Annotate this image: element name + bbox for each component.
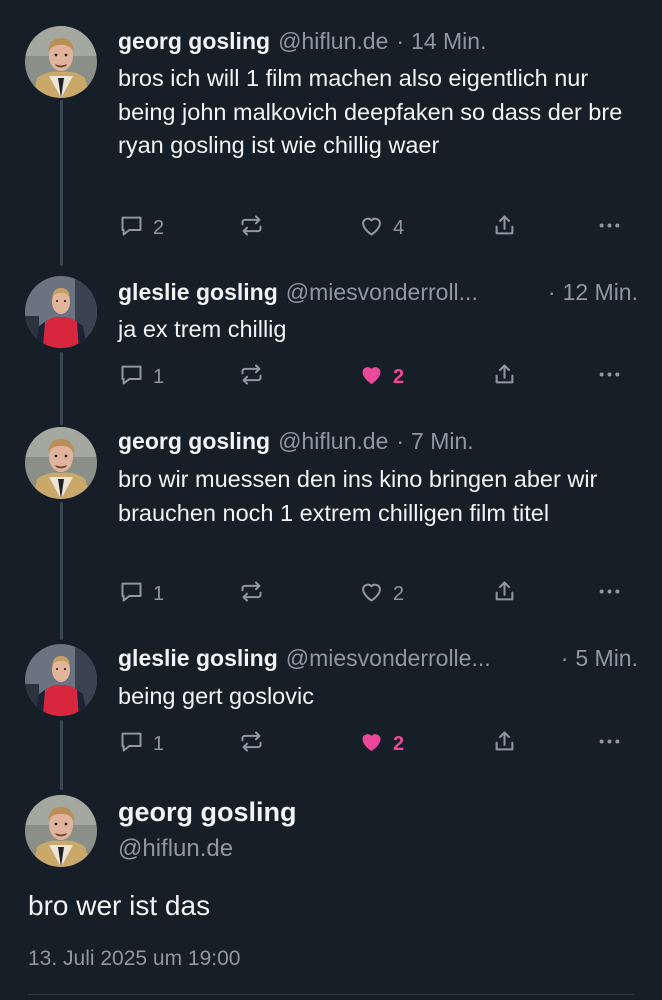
thread-line [60,720,63,790]
more-button[interactable] [596,727,623,761]
separator-dot: · [547,279,556,305]
main-post-text: bro wer ist das [28,890,211,921]
avatar[interactable] [25,276,97,348]
separator-dot: · [396,28,405,54]
post-actions: 2 4 [118,211,638,245]
repost-icon [238,578,265,611]
post-actions: 1 2 [118,727,638,761]
repost-button[interactable] [238,360,273,394]
more-icon [596,728,623,761]
author-name[interactable]: gleslie gosling [118,645,278,672]
more-button[interactable] [596,360,623,394]
author-handle[interactable]: @hiflun.de [278,28,388,55]
like-button[interactable]: 2 [358,727,404,761]
post-timestamp: 13. Juli 2025 um 19:00 [28,947,241,970]
post-header: gleslie gosling @miesvonderrolle... · 5 … [118,645,638,675]
more-button[interactable] [596,577,623,611]
separator-dot: · [560,645,569,671]
more-icon [596,212,623,245]
post-header: georg gosling @hiflun.de · 7 Min. [118,428,638,458]
heart-filled-icon [358,728,385,761]
thread-line [60,352,63,425]
reply-icon [118,361,145,394]
reply-icon [118,578,145,611]
reply-count: 1 [153,582,165,605]
reply-count: 1 [153,365,165,388]
share-icon [491,578,518,611]
repost-icon [238,361,265,394]
post-time[interactable]: 14 Min. [411,28,486,55]
like-button[interactable]: 2 [358,360,404,394]
share-button[interactable] [491,211,518,245]
like-count: 2 [393,732,405,755]
repost-icon [238,212,265,245]
author-name[interactable]: georg gosling [118,428,270,455]
share-icon [491,361,518,394]
reply-button[interactable]: 2 [118,211,164,245]
post-actions: 1 2 [118,577,638,611]
post-text: bro wir muessen den ins kino bringen abe… [118,466,598,526]
like-count: 2 [393,582,405,605]
reply-button[interactable]: 1 [118,577,164,611]
post-time[interactable]: 5 Min. [575,645,638,672]
reply-button[interactable]: 1 [118,727,164,761]
heart-outline-icon [358,578,385,611]
author-handle[interactable]: @miesvonderrolle... [286,645,491,672]
more-button[interactable] [596,211,623,245]
repost-button[interactable] [238,211,273,245]
like-count: 4 [393,216,405,239]
share-icon [491,212,518,245]
reply-icon [118,212,145,245]
reply-count: 2 [153,216,165,239]
author-name[interactable]: georg gosling [118,28,270,55]
like-button[interactable]: 4 [358,211,404,245]
more-icon [596,361,623,394]
post-header: georg gosling @hiflun.de · 14 Min. [118,28,638,58]
like-button[interactable]: 2 [358,577,404,611]
post-text: being gert goslovic [118,683,314,709]
reply-icon [118,728,145,761]
avatar[interactable] [25,26,97,98]
share-icon [491,728,518,761]
post-actions: 1 2 [118,360,638,394]
like-count: 2 [393,365,405,388]
post-text: bros ich will 1 film machen also eigentl… [118,65,623,158]
post-time[interactable]: 7 Min. [411,428,474,455]
post-time[interactable]: 12 Min. [563,279,638,306]
post-text: ja ex trem chillig [118,316,287,342]
reply-count: 1 [153,732,165,755]
author-name[interactable]: georg gosling [118,797,297,828]
author-handle[interactable]: @hiflun.de [278,428,388,455]
avatar[interactable] [25,795,97,867]
share-button[interactable] [491,360,518,394]
author-name[interactable]: gleslie gosling [118,279,278,306]
share-button[interactable] [491,577,518,611]
reply-button[interactable]: 1 [118,360,164,394]
heart-filled-icon [358,361,385,394]
repost-icon [238,728,265,761]
divider [28,994,634,995]
avatar[interactable] [25,644,97,716]
thread-line [60,502,63,640]
separator-dot: · [396,428,405,454]
share-button[interactable] [491,727,518,761]
more-icon [596,578,623,611]
avatar[interactable] [25,427,97,499]
repost-button[interactable] [238,577,273,611]
author-handle[interactable]: @hiflun.de [118,835,233,863]
post-header: gleslie gosling @miesvonderroll... · 12 … [118,279,638,309]
thread-line [60,100,63,266]
repost-button[interactable] [238,727,273,761]
author-handle[interactable]: @miesvonderroll... [286,279,478,306]
heart-outline-icon [358,212,385,245]
